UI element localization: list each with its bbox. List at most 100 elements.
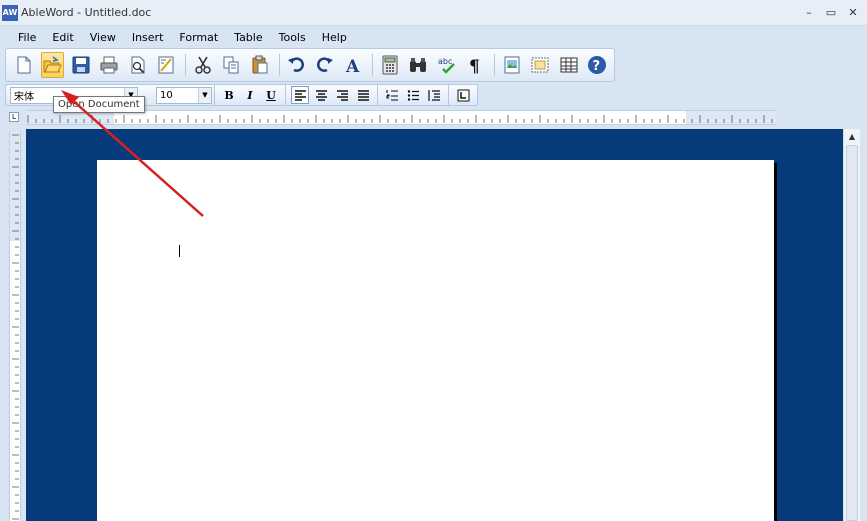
bullet-list-button[interactable] <box>404 86 422 104</box>
toolbar-separator <box>494 54 495 76</box>
svg-text:A: A <box>345 57 360 75</box>
ruler-ticks <box>12 134 19 520</box>
font-size-value: 10 <box>160 89 173 101</box>
toolbar-separator <box>214 84 215 106</box>
toolbar-separator <box>185 54 187 76</box>
multilevel-list-button[interactable] <box>425 86 443 104</box>
italic-button[interactable]: I <box>241 86 259 104</box>
menu-insert[interactable]: Insert <box>124 31 172 44</box>
frame-icon <box>531 57 549 73</box>
help-icon: ? <box>588 56 607 74</box>
font-size-combo[interactable]: 10 ▼ <box>156 86 212 104</box>
justify-icon <box>357 89 369 101</box>
vertical-scrollbar[interactable]: ▲ <box>843 129 860 521</box>
close-button[interactable]: ✕ <box>845 5 861 21</box>
tab-stop-icon <box>457 89 469 101</box>
tab-selector[interactable]: L <box>9 112 19 122</box>
insert-image-icon <box>504 56 520 74</box>
paste-icon <box>252 55 268 74</box>
maximize-button[interactable]: ▭ <box>823 5 839 21</box>
undo-button[interactable] <box>285 52 309 78</box>
document-page[interactable] <box>97 160 774 521</box>
undo-icon <box>288 57 305 72</box>
toolbar-separator <box>377 84 378 106</box>
app-icon: AW <box>2 4 18 21</box>
menu-format[interactable]: Format <box>171 31 226 44</box>
copy-button[interactable] <box>220 52 244 78</box>
justify-button[interactable] <box>354 86 372 104</box>
paste-button[interactable] <box>248 52 272 78</box>
print-preview-button[interactable] <box>126 52 150 78</box>
title-bar: AW AbleWord - Untitled.doc – ▭ ✕ <box>0 0 867 26</box>
cut-icon <box>195 56 211 74</box>
numbered-list-button[interactable] <box>383 86 401 104</box>
pilcrow-icon: ¶ <box>469 57 480 75</box>
toolbar-separator <box>285 84 286 106</box>
window-edge <box>860 129 867 521</box>
redo-icon <box>316 57 333 72</box>
open-folder-icon <box>43 56 63 73</box>
numbered-list-icon <box>385 89 398 101</box>
text-cursor <box>179 245 180 257</box>
save-icon <box>72 56 90 74</box>
find-button[interactable] <box>407 52 431 78</box>
toolbar-separator <box>448 84 449 106</box>
align-right-icon <box>336 89 348 101</box>
spell-check-icon: abc <box>438 57 455 74</box>
menu-tools[interactable]: Tools <box>271 31 314 44</box>
font-icon: A <box>345 57 360 75</box>
new-document-button[interactable] <box>12 52 36 78</box>
copy-icon <box>223 56 239 74</box>
chevron-down-icon[interactable]: ▼ <box>198 87 211 103</box>
tab-stop-button[interactable] <box>454 86 472 104</box>
menu-bar: File Edit View Insert Format Table Tools… <box>0 27 867 47</box>
print-preview-icon <box>131 56 145 74</box>
page-setup-icon <box>158 56 174 74</box>
minimize-button[interactable]: – <box>801 5 817 21</box>
vertical-ruler[interactable] <box>9 131 21 521</box>
redo-button[interactable] <box>313 52 337 78</box>
new-document-icon <box>17 56 31 74</box>
open-document-button[interactable] <box>40 52 65 78</box>
menu-table[interactable]: Table <box>226 31 270 44</box>
underline-button[interactable]: U <box>262 86 280 104</box>
help-button[interactable]: ? <box>585 52 609 78</box>
menu-help[interactable]: Help <box>314 31 355 44</box>
svg-text:abc: abc <box>438 57 452 66</box>
calculator-icon <box>382 55 398 75</box>
insert-table-button[interactable] <box>557 52 581 78</box>
align-left-button[interactable] <box>291 86 309 104</box>
insert-frame-button[interactable] <box>528 52 552 78</box>
calculator-button[interactable] <box>378 52 402 78</box>
align-center-button[interactable] <box>312 86 330 104</box>
spell-check-button[interactable]: abc <box>435 52 459 78</box>
document-area[interactable] <box>26 129 843 521</box>
show-formatting-button[interactable]: ¶ <box>464 52 488 78</box>
align-right-button[interactable] <box>333 86 351 104</box>
table-icon <box>560 57 578 73</box>
menu-file[interactable]: File <box>10 31 44 44</box>
window-controls: – ▭ ✕ <box>801 5 861 21</box>
open-document-tooltip: Open Document <box>53 96 145 113</box>
find-icon <box>410 58 427 72</box>
font-button[interactable]: A <box>342 52 366 78</box>
align-left-icon <box>294 89 306 101</box>
standard-toolbar: A abc ¶ ? <box>5 48 615 82</box>
window-title: AbleWord - Untitled.doc <box>21 6 152 19</box>
save-button[interactable] <box>69 52 93 78</box>
bold-button[interactable]: B <box>220 86 238 104</box>
scroll-up-button[interactable]: ▲ <box>844 129 860 144</box>
scroll-thumb[interactable] <box>846 145 858 521</box>
print-icon <box>100 56 118 74</box>
menu-edit[interactable]: Edit <box>44 31 81 44</box>
print-button[interactable] <box>98 52 122 78</box>
insert-image-button[interactable] <box>500 52 524 78</box>
page-setup-button[interactable] <box>155 52 179 78</box>
svg-text:¶: ¶ <box>469 57 480 75</box>
toolbar-separator <box>372 54 373 76</box>
toolbar-separator <box>278 54 280 76</box>
cut-button[interactable] <box>191 52 215 78</box>
svg-text:?: ? <box>593 59 601 74</box>
bullet-list-icon <box>407 89 419 101</box>
menu-view[interactable]: View <box>82 31 124 44</box>
